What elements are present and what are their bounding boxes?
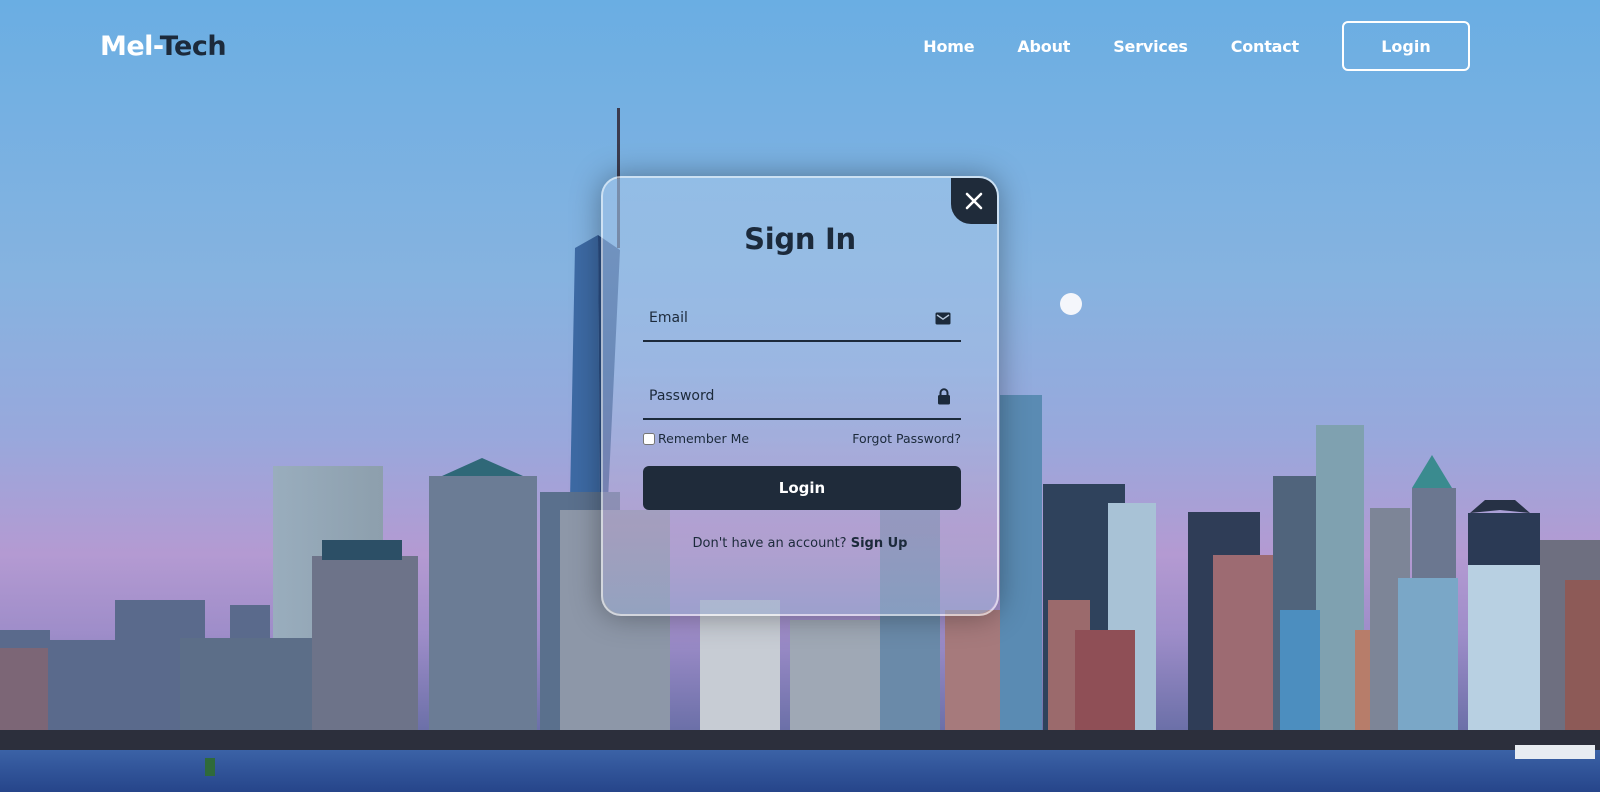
nav-link-services[interactable]: Services [1113, 37, 1188, 56]
nav-link-home[interactable]: Home [923, 37, 974, 56]
signup-row: Don't have an account? Sign Up [603, 536, 997, 551]
nav-link-contact[interactable]: Contact [1231, 37, 1300, 56]
signup-link[interactable]: Sign Up [851, 536, 908, 551]
main-nav: Home About Services Contact Login [923, 21, 1470, 71]
brand-logo-part1: Mel- [100, 30, 160, 62]
brand-logo[interactable]: Mel-Tech [100, 30, 227, 62]
login-button[interactable]: Login [643, 466, 961, 510]
close-icon [965, 192, 983, 210]
email-input[interactable] [643, 296, 961, 340]
password-field [643, 374, 961, 420]
signup-prompt: Don't have an account? [692, 536, 851, 551]
remember-me[interactable]: Remember Me [643, 431, 749, 446]
brand-logo-part2: Tech [159, 30, 227, 62]
sign-in-modal: Sign In Remember Me Forgot Password? Log… [601, 176, 999, 616]
remember-checkbox[interactable] [643, 432, 655, 445]
password-input[interactable] [643, 374, 961, 418]
forgot-password-link[interactable]: Forgot Password? [852, 431, 961, 446]
lock-icon [937, 388, 951, 409]
envelope-icon [935, 310, 951, 329]
email-field [643, 296, 961, 342]
remember-label: Remember Me [658, 431, 750, 446]
modal-title: Sign In [744, 222, 856, 256]
nav-link-about[interactable]: About [1017, 37, 1070, 56]
top-navbar: Mel-Tech Home About Services Contact Log… [0, 0, 1600, 92]
remember-row: Remember Me Forgot Password? [643, 431, 961, 446]
close-button[interactable] [951, 178, 997, 224]
nav-login-button[interactable]: Login [1342, 21, 1470, 71]
